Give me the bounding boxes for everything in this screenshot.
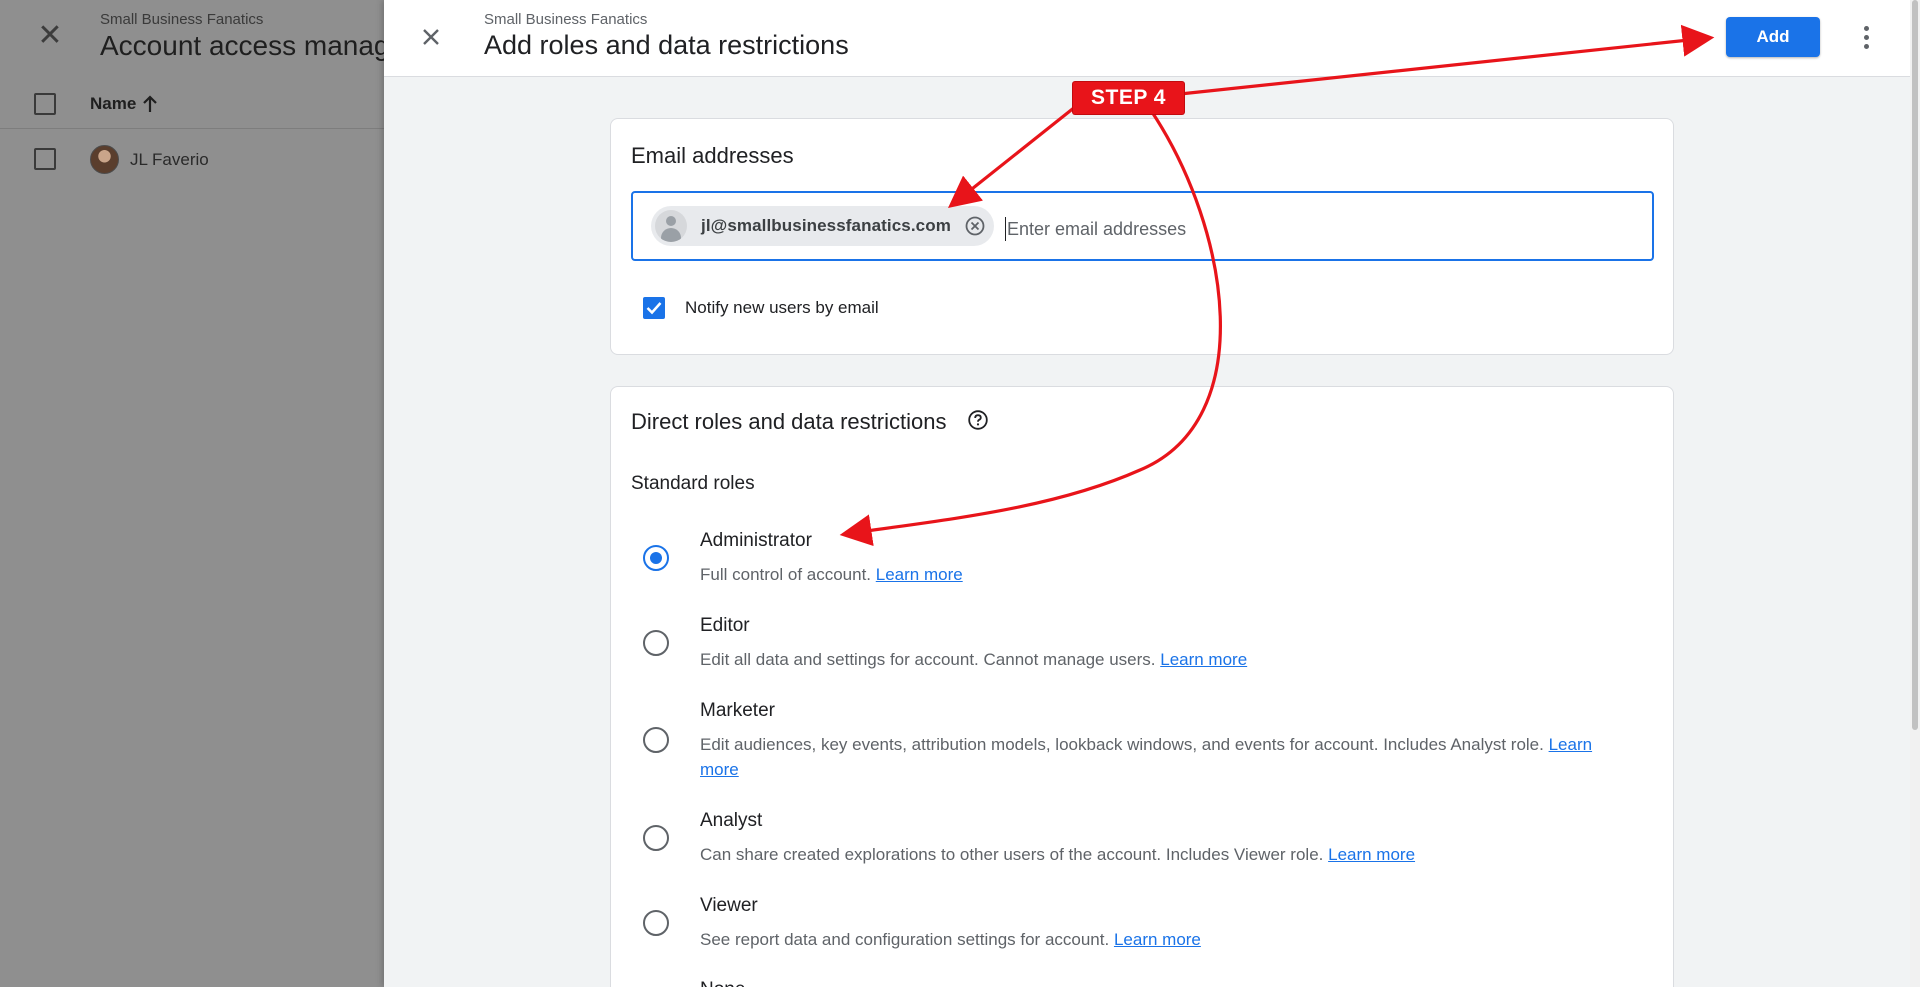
role-description: Edit all data and settings for account. … [700,647,1630,672]
email-chip: jl@smallbusinessfanatics.com [651,206,994,246]
email-field[interactable]: jl@smallbusinessfanatics.com [631,191,1654,261]
learn-more-link[interactable]: Learn more [1328,845,1415,864]
standard-roles-label: Standard roles [631,473,755,494]
page-title: Add roles and data restrictions [484,30,849,60]
role-description: See report data and configuration settin… [700,927,1630,952]
radio-viewer[interactable] [643,910,669,936]
learn-more-link[interactable]: Learn more [1114,930,1201,949]
avatar [90,145,119,174]
arrow-up-icon [143,95,158,112]
role-desc-text: Edit all data and settings for account. … [700,650,1156,669]
background-row-name: JL Faverio [130,150,209,169]
roles-card: Direct roles and data restrictions Stand… [610,386,1674,987]
role-description: Edit audiences, key events, attribution … [700,732,1630,782]
role-name: Marketer [700,700,775,721]
help-icon[interactable] [967,409,989,431]
role-desc-text: Can share created explorations to other … [700,845,1324,864]
email-input[interactable] [1005,217,1605,241]
background-close-icon: ✕ [37,19,63,52]
panel-header: Small Business Fanatics Add roles and da… [384,0,1920,77]
role-description: Full control of account. Learn more [700,562,1630,587]
email-card-title: Email addresses [631,143,794,168]
email-addresses-card: Email addresses jl@smallbusinessfanatics… [610,118,1674,355]
more-vert-icon[interactable] [1854,20,1878,54]
learn-more-link[interactable]: Learn more [876,565,963,584]
role-desc-text: Edit audiences, key events, attribution … [700,735,1544,754]
role-desc-text: See report data and configuration settin… [700,930,1110,949]
role-name: Administrator [700,530,812,551]
background-title: Account access manag [100,30,390,61]
radio-analyst[interactable] [643,825,669,851]
role-name: Analyst [700,810,763,831]
person-icon [655,210,687,242]
add-button[interactable]: Add [1726,17,1820,57]
scrollbar[interactable] [1910,0,1920,987]
role-desc-text: Full control of account. [700,565,872,584]
learn-more-link[interactable]: Learn more [1160,650,1247,669]
add-roles-panel: Small Business Fanatics Add roles and da… [384,0,1920,987]
roles-card-title: Direct roles and data restrictions [631,409,947,434]
background-table-header [0,81,384,129]
radio-administrator[interactable] [643,545,669,571]
role-name: None [700,979,745,987]
background-subtitle: Small Business Fanatics [100,11,264,28]
email-chip-label: jl@smallbusinessfanatics.com [701,216,951,235]
check-icon [646,302,662,315]
background-row-checkbox [34,148,56,170]
close-icon[interactable] [416,22,446,52]
notify-row: Notify new users by email [643,297,879,319]
radio-marketer[interactable] [643,727,669,753]
remove-chip-icon[interactable] [964,215,986,237]
role-description: Can share created explorations to other … [700,842,1630,867]
radio-editor[interactable] [643,630,669,656]
notify-label: Notify new users by email [685,298,879,317]
name-column-label: Name [90,94,137,113]
notify-checkbox[interactable] [643,297,665,319]
step-badge: STEP 4 [1073,82,1184,114]
role-name: Editor [700,615,750,636]
background-name-column-header: Name [90,94,158,114]
scrollbar-thumb[interactable] [1912,0,1918,730]
background-select-all-checkbox [34,93,56,115]
role-name: Viewer [700,895,758,916]
panel-subtitle: Small Business Fanatics [484,11,648,28]
